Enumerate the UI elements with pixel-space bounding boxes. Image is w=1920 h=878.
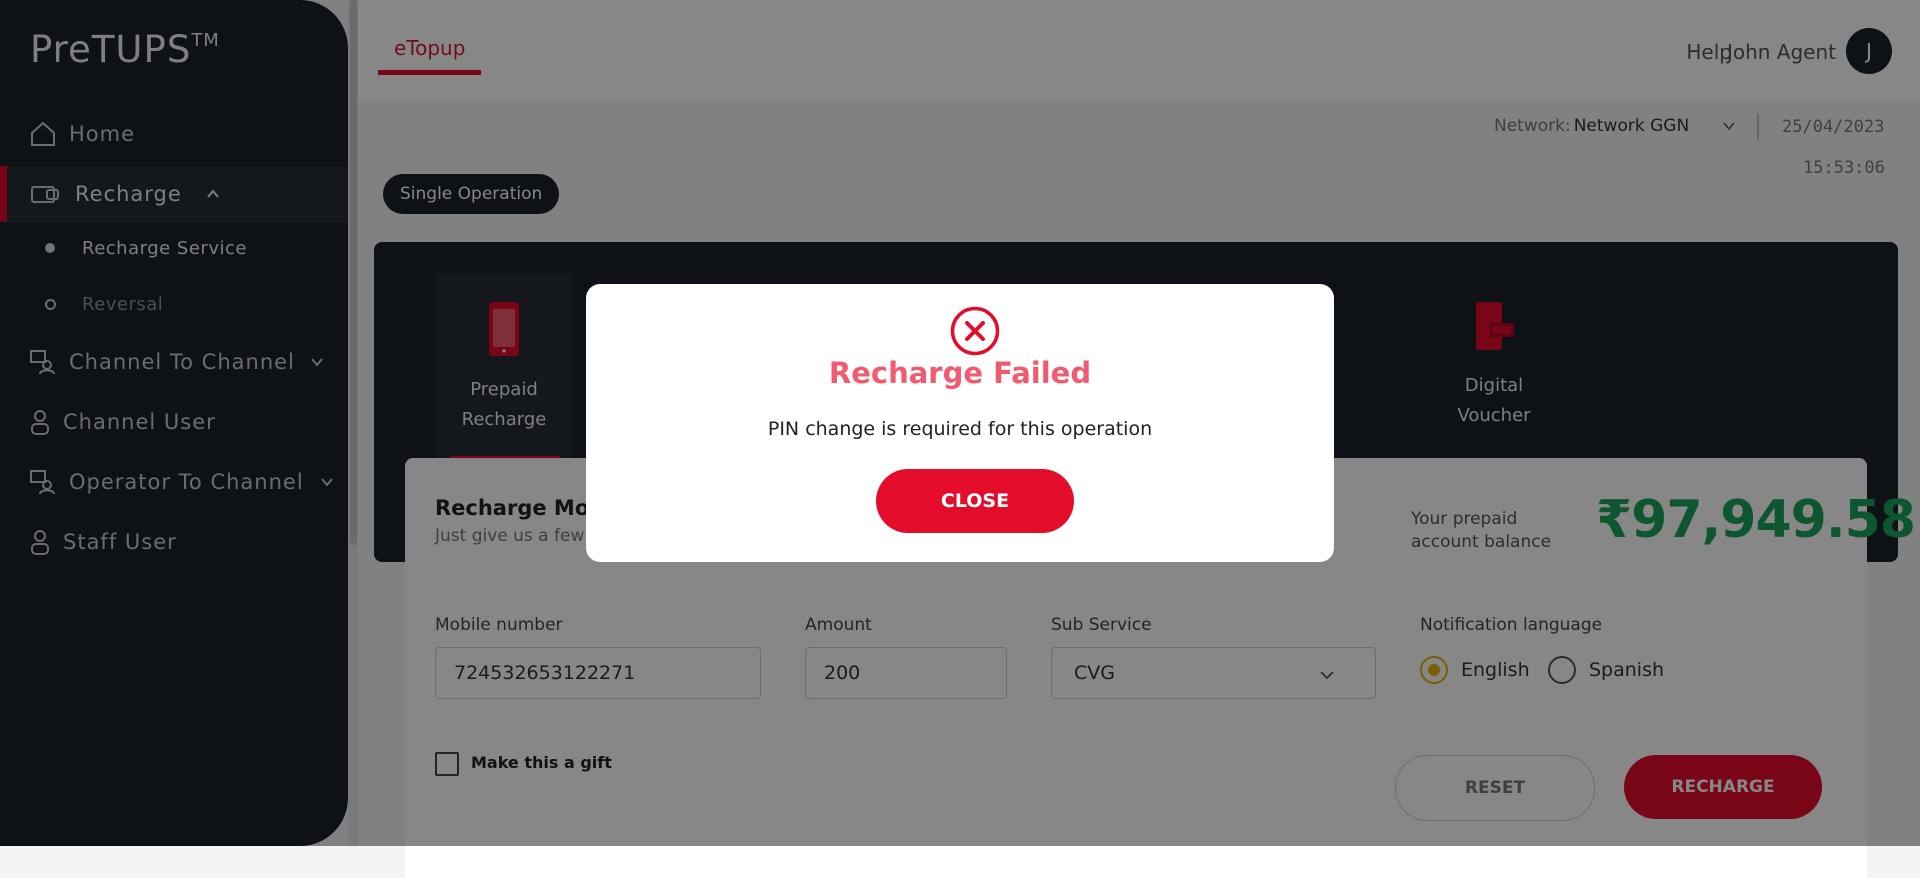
close-button[interactable]: CLOSE: [876, 469, 1074, 533]
dialog-title: Recharge Failed: [828, 356, 1092, 390]
dialog-message: PIN change is required for this operatio…: [767, 418, 1153, 440]
recharge-failed-dialog: Recharge Failed PIN change is required f…: [586, 284, 1334, 562]
error-circle-icon: [950, 306, 1000, 356]
